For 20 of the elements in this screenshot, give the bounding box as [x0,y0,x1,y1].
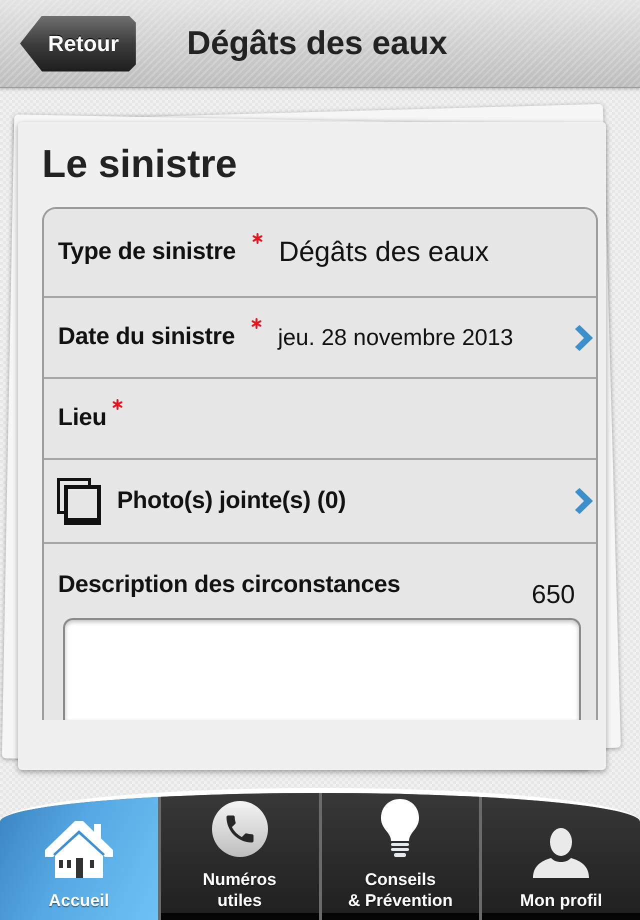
field-value: Dégâts des eaux [278,237,489,268]
tab[interactable]: Conseils & Prévention [322,793,480,920]
field-label: Date du sinistre [58,324,235,351]
screen-title: Dégâts des eaux [186,25,448,62]
date-value: jeu. 28 novembre 2013 [278,324,514,350]
person-icon [533,828,590,878]
field-label: Lieu [58,405,107,432]
back-button[interactable]: Retour [20,16,136,72]
description-field[interactable] [63,618,581,720]
field-label: Photo(s) jointe(s) (0) [117,488,346,514]
phone-icon [212,801,268,857]
house-icon [44,820,113,878]
field-label: Type de sinistre [58,239,236,266]
field-label: Description des circonstances [58,572,400,598]
photos-icon [57,478,101,524]
lightbulb-icon [380,799,420,857]
form-row[interactable]: Type de sinistre Dégâts des eaux [44,209,596,298]
tab[interactable]: Numéros utiles [160,793,318,920]
section-title: Le sinistre [42,144,238,186]
character-counter: 650 [532,580,575,609]
